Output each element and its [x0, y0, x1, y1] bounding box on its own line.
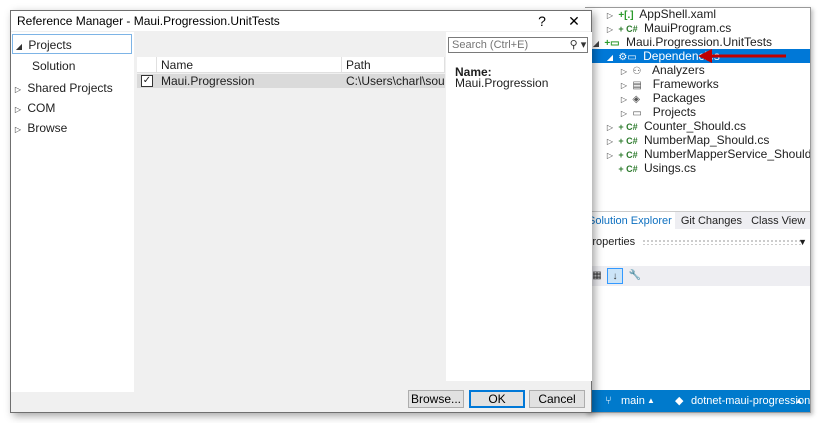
tree-item-numbermap-should[interactable]: ▷ + C# NumberMap_Should.cs	[585, 133, 810, 147]
nav-item-browse[interactable]: ▷ Browse	[12, 118, 132, 138]
nav-item-shared-projects[interactable]: ▷ Shared Projects	[12, 78, 132, 98]
tree-item-counter-should[interactable]: ▷ + C# Counter_Should.cs	[585, 119, 810, 133]
nav-item-label: Solution	[32, 59, 76, 73]
row-path: C:\Users\charl\source...	[346, 74, 445, 88]
nav-item-label: COM	[27, 101, 56, 115]
properties-toolbar: ▦ ↓ 🔧	[585, 266, 810, 286]
status-bar: ⑂ main ▲ ◆ dotnet-maui-progression ▲	[585, 390, 810, 412]
nav-item-label: Projects	[28, 38, 72, 52]
expand-arrow-icon: ▷	[14, 125, 22, 134]
tree-item-mauiprogram[interactable]: ▷ + C# MauiProgram.cs	[585, 21, 810, 35]
search-input[interactable]	[448, 37, 588, 53]
tree-item-label: Projects	[652, 105, 697, 119]
details-pane: ⚲ ▾ Name: Maui.Progression	[446, 32, 592, 381]
tab-class-view[interactable]: Class View	[748, 212, 808, 230]
tree-item-numbermapperservice-should[interactable]: ▷ + C# NumberMapperService_Should.cs	[585, 147, 811, 161]
csharp-file-icon: + C#	[618, 164, 638, 174]
tree-item-label: Analyzers	[652, 63, 705, 77]
list-header-area	[137, 32, 445, 56]
annotation-arrow-icon	[698, 49, 786, 63]
csharp-file-icon: + C#	[618, 24, 638, 34]
tab-git-changes[interactable]: Git Changes	[678, 212, 745, 230]
repo-icon: ◆	[675, 395, 684, 407]
tree-item-label: Usings.cs	[643, 161, 696, 175]
tree-item-appshell[interactable]: ▷ +[.] AppShell.xaml	[585, 7, 810, 21]
title-bar: Reference Manager - Maui.Progression.Uni…	[11, 11, 591, 31]
dialog-title: Reference Manager - Maui.Progression.Uni…	[17, 14, 280, 28]
nav-item-solution[interactable]: Solution	[12, 56, 132, 76]
properties-title: Properties	[585, 236, 636, 248]
tree-item-analyzers[interactable]: ▷ ⚇ Analyzers	[585, 63, 810, 77]
tree-item-label: Packages	[652, 91, 706, 105]
collapse-arrow-icon: ◢	[15, 42, 23, 51]
properties-header: Properties ▼	[585, 234, 810, 250]
csharp-file-icon: + C#	[618, 136, 638, 146]
caret-up-icon: ▲	[795, 396, 803, 405]
alphabetical-sort-icon[interactable]: ↓	[607, 268, 623, 284]
table-row[interactable]: ✓ Maui.Progression C:\Users\charl\source…	[137, 74, 445, 88]
column-header-path[interactable]: Path	[342, 57, 445, 73]
repo-name[interactable]: dotnet-maui-progression	[691, 390, 810, 412]
reference-manager-dialog: Reference Manager - Maui.Progression.Uni…	[10, 10, 592, 413]
csharp-file-icon: + C#	[618, 122, 638, 132]
screenshot-stage: ▷ +[.] AppShell.xaml ▷ + C# MauiProgram.…	[0, 0, 820, 423]
search-icon[interactable]: ⚲ ▾	[569, 37, 587, 53]
ok-button[interactable]: OK	[469, 390, 525, 408]
cancel-button[interactable]: Cancel	[529, 390, 585, 408]
browse-button[interactable]: Browse...	[408, 390, 464, 408]
tree-item-label: NumberMap_Should.cs	[643, 133, 770, 147]
tree-item-label: Counter_Should.cs	[643, 119, 747, 133]
column-header-name[interactable]: Name	[157, 57, 342, 73]
reference-checkbox[interactable]: ✓	[141, 75, 153, 87]
nav-item-label: Shared Projects	[27, 81, 113, 95]
caret-up-icon: ▲	[647, 396, 655, 405]
solution-explorer-window: ▷ +[.] AppShell.xaml ▷ + C# MauiProgram.…	[585, 7, 811, 413]
nav-item-projects[interactable]: ◢ Projects	[12, 34, 132, 54]
dropdown-arrow-icon[interactable]: ▼	[798, 234, 807, 250]
tree-item-label: AppShell.xaml	[639, 7, 717, 21]
tool-window-tabs: Solution Explorer Git Changes Class View	[585, 211, 810, 230]
details-name-value: Maui.Progression	[455, 76, 549, 90]
csharp-file-icon: + C#	[618, 150, 638, 160]
close-button[interactable]: ✕	[559, 11, 589, 31]
tree-item-label: NumberMapperService_Should.cs	[643, 147, 811, 161]
help-button[interactable]: ?	[527, 11, 557, 31]
tree-item-frameworks[interactable]: ▷ ▤ Frameworks	[585, 77, 810, 91]
tree-item-label: MauiProgram.cs	[643, 21, 732, 35]
branch-name[interactable]: main	[621, 390, 645, 412]
column-header-check	[137, 57, 157, 73]
solution-tree: ▷ +[.] AppShell.xaml ▷ + C# MauiProgram.…	[585, 7, 811, 208]
nav-item-com[interactable]: ▷ COM	[12, 98, 132, 118]
property-pages-icon[interactable]: 🔧	[627, 268, 643, 284]
tree-item-usings[interactable]: + C# Usings.cs	[585, 161, 810, 175]
row-name: Maui.Progression	[161, 74, 255, 88]
category-nav: ◢ Projects Solution ▷ Shared Projects ▷ …	[11, 32, 134, 392]
expand-arrow-icon: ▷	[14, 105, 22, 114]
branch-icon: ⑂	[605, 395, 612, 407]
expand-arrow-icon: ▷	[14, 85, 22, 94]
reference-list: Name Path ✓ Maui.Progression C:\Users\ch…	[137, 57, 445, 381]
tab-solution-explorer[interactable]: Solution Explorer	[585, 212, 675, 230]
tree-item-projects[interactable]: ▷ ▭ Projects	[585, 105, 810, 119]
nav-item-label: Browse	[27, 121, 68, 135]
tree-item-label: Frameworks	[652, 77, 719, 91]
tree-item-packages[interactable]: ▷ ◈ Packages	[585, 91, 810, 105]
grip-icon	[642, 239, 803, 246]
